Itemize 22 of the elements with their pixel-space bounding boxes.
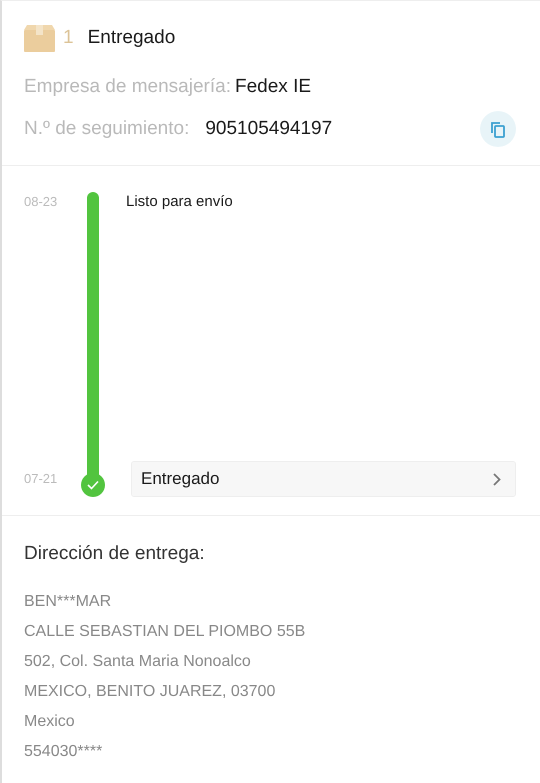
address-line: CALLE SEBASTIAN DEL PIOMBO 55B [24, 622, 306, 642]
event-detail-row[interactable]: Entregado [131, 461, 516, 497]
address-line: 502, Col. Santa Maria Nonoalco [24, 652, 252, 672]
address-line: MEXICO, BENITO JUAREZ, 03700 [24, 682, 276, 702]
event-date: 08-23 [24, 193, 58, 211]
item-count: 1 [63, 26, 74, 50]
tracking-number: 905105494197 [205, 116, 332, 141]
box-icon [24, 24, 55, 52]
chevron-icon [493, 472, 501, 486]
address-title: Dirección de entrega: [24, 542, 206, 566]
event-date: 07-21 [24, 470, 58, 488]
address-line: BEN***MAR [24, 592, 112, 612]
copy-icon [490, 120, 506, 138]
tracking-label: N.º de seguimiento: [24, 116, 190, 141]
delivery-status: Entregado [88, 26, 176, 50]
address-line: Mexico [24, 712, 76, 732]
check-icon [81, 473, 105, 497]
copy-button[interactable] [480, 111, 516, 147]
address-line: 554030**** [24, 742, 104, 762]
carrier-label: Empresa de mensajería: [24, 74, 231, 99]
carrier-name: Fedex IE [235, 74, 312, 99]
event-text: Listo para envío [126, 192, 234, 212]
